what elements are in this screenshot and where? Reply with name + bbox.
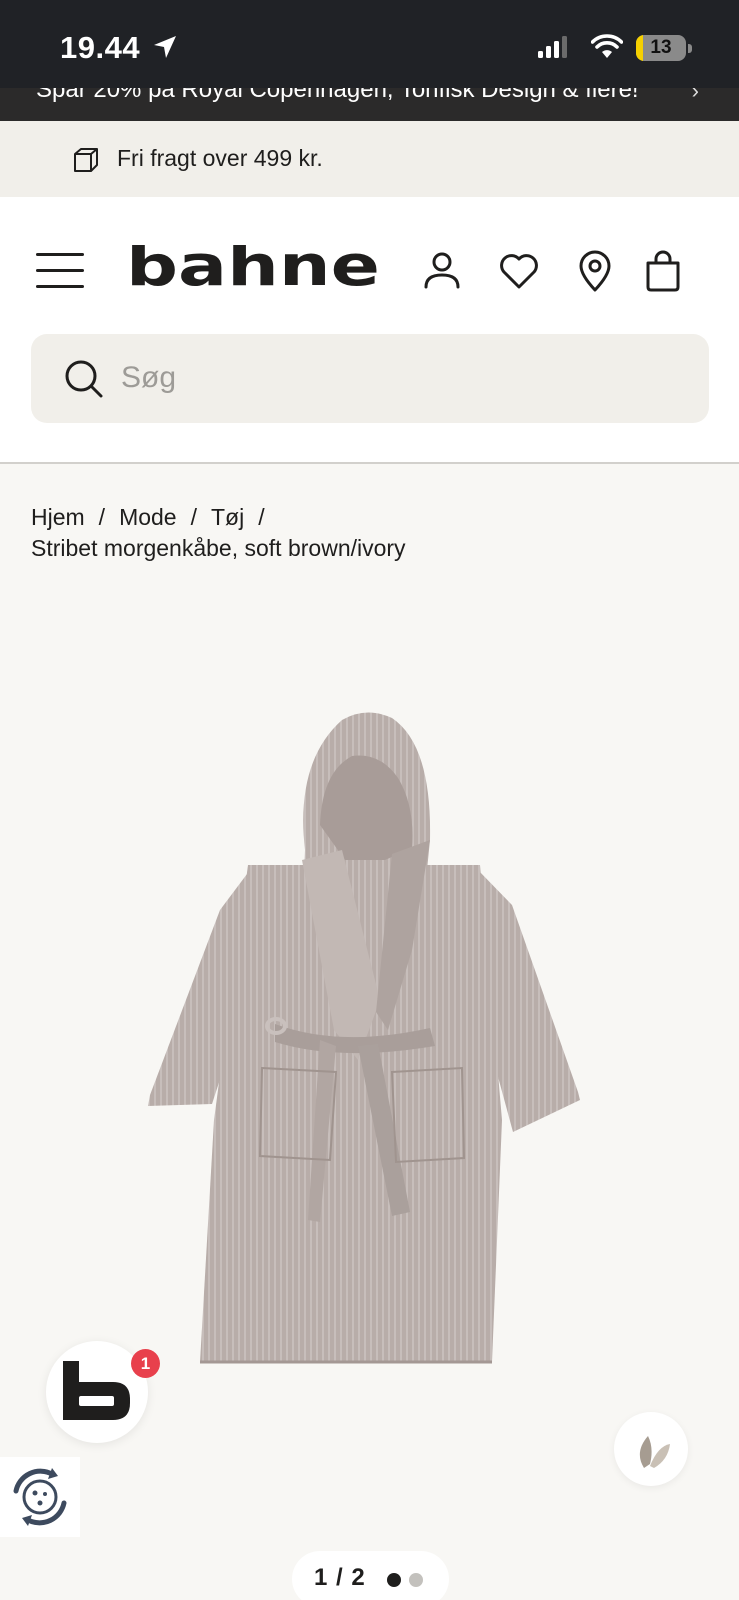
heart-icon[interactable] xyxy=(497,249,541,293)
bahne-logo[interactable]: bahne xyxy=(126,245,382,289)
breadcrumb-current: Stribet morgenkåbe, soft brown/ivory xyxy=(31,535,406,561)
search-icon xyxy=(65,360,103,398)
shipping-text: Fri fragt over 499 kr. xyxy=(117,145,323,171)
leaf-icon xyxy=(639,1436,670,1468)
cellular-signal-icon xyxy=(538,36,567,58)
promo-banner[interactable]: Spar 20% på Royal Copenhagen, Tonfisk De… xyxy=(0,88,739,121)
search-input[interactable] xyxy=(121,352,681,404)
breadcrumb-home[interactable]: Hjem xyxy=(31,502,85,533)
battery-level: 13 xyxy=(650,37,672,58)
menu-icon xyxy=(36,253,84,256)
breadcrumb-separator: / xyxy=(98,504,106,530)
chevron-right-icon: › xyxy=(691,88,699,103)
wifi-icon xyxy=(591,34,623,58)
location-arrow-icon xyxy=(154,36,176,58)
battery-icon: 13 xyxy=(636,35,686,61)
pager-dot-active[interactable] xyxy=(387,1573,401,1587)
cookie-settings-icon xyxy=(13,1468,67,1526)
breadcrumb-mode[interactable]: Mode xyxy=(119,502,177,533)
eco-leaf-button[interactable] xyxy=(614,1412,688,1486)
logo-text: bahne xyxy=(126,245,380,289)
site-header: bahne xyxy=(0,197,739,464)
shipping-banner: Fri fragt over 499 kr. xyxy=(0,121,739,197)
pager-count: 1 / 2 xyxy=(314,1564,366,1591)
cookie-settings-button[interactable] xyxy=(0,1457,80,1537)
menu-button[interactable] xyxy=(36,253,86,289)
breadcrumb-separator: / xyxy=(190,504,197,530)
promo-text: Spar 20% på Royal Copenhagen, Tonfisk De… xyxy=(36,88,639,103)
breadcrumb: Hjem / Mode / Tøj / Stribet morgenkåbe, … xyxy=(31,502,406,564)
image-pager: 1 / 2 xyxy=(292,1551,449,1600)
pager-dot[interactable] xyxy=(409,1573,423,1587)
location-pin-icon[interactable] xyxy=(573,249,617,293)
menu-icon-line xyxy=(36,285,84,288)
breadcrumb-separator: / xyxy=(258,504,265,530)
notification-badge: 1 xyxy=(131,1349,160,1378)
menu-icon-line xyxy=(36,269,84,272)
status-time: 19.44 xyxy=(60,30,141,65)
user-icon[interactable] xyxy=(420,249,464,293)
product-image[interactable] xyxy=(130,700,610,1370)
box-icon xyxy=(74,148,98,172)
status-bar: 19.44 13 xyxy=(0,0,739,88)
battery-nub xyxy=(688,44,692,53)
search-bar[interactable] xyxy=(31,334,709,423)
shopping-bag-icon[interactable] xyxy=(641,249,685,293)
breadcrumb-toj[interactable]: Tøj xyxy=(211,502,244,533)
